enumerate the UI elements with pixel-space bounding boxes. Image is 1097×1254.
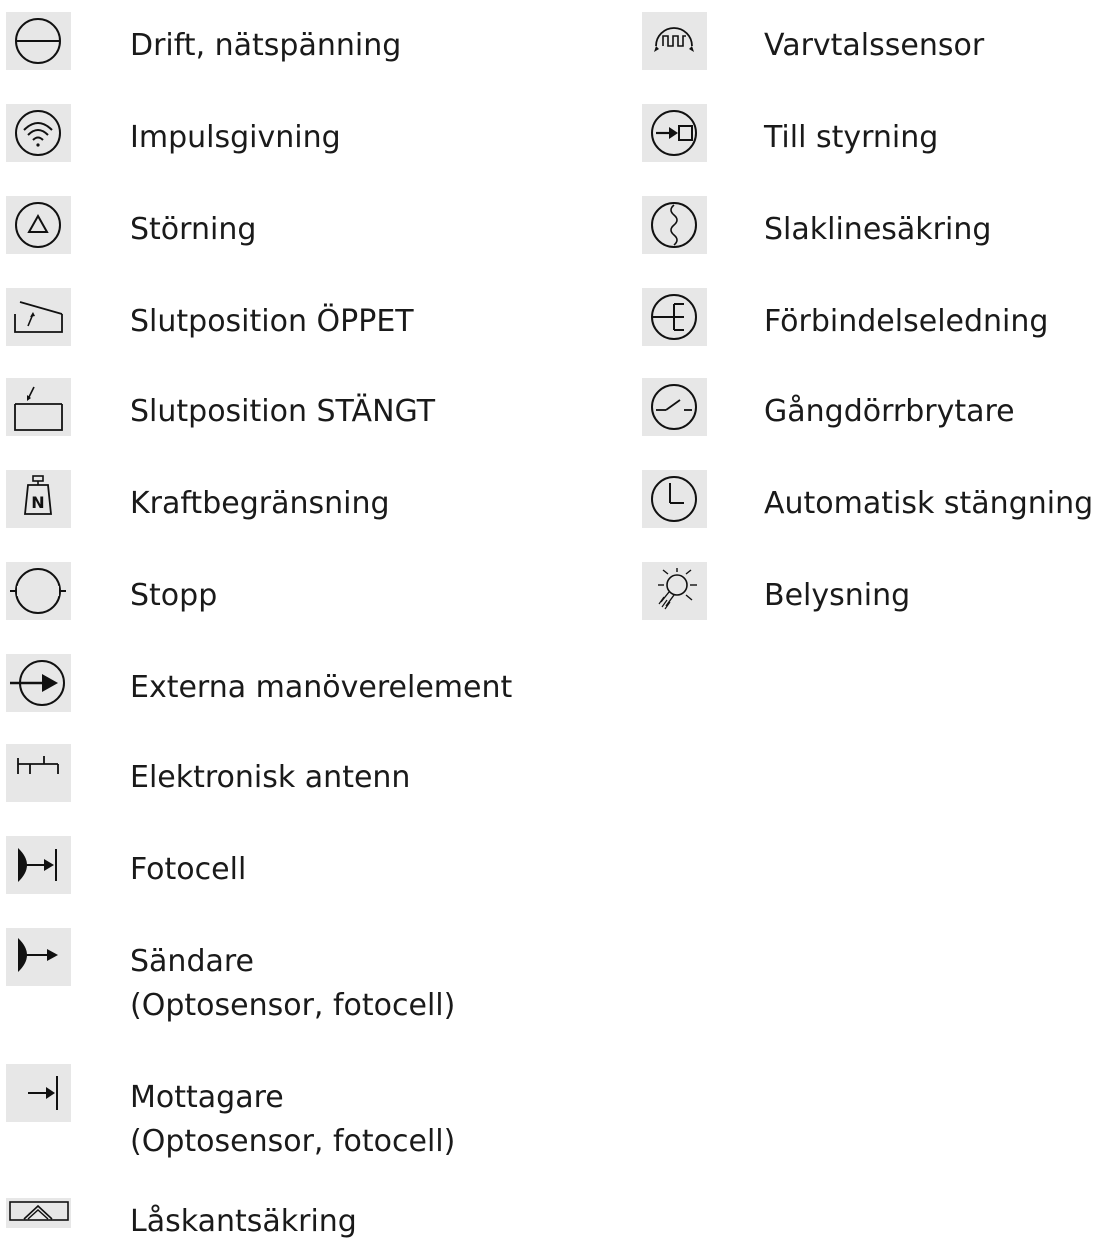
photocell-icon — [6, 836, 71, 894]
legend-item: Fotocell — [0, 836, 620, 900]
legend-label: Slaklinesäkring — [764, 212, 992, 247]
stop-icon — [6, 562, 71, 620]
legend-label: Fotocell — [130, 852, 247, 887]
legend-item: Externa manöverelement — [0, 654, 620, 718]
legend-label: Förbindelseledning — [764, 304, 1049, 339]
legend-item: Störning — [0, 196, 620, 260]
legend-item: Elektronisk antenn — [0, 744, 620, 808]
legend-item: Sändare (Optosensor, fotocell) — [0, 928, 620, 1028]
legend-label: Belysning — [764, 578, 911, 613]
legend-label: Varvtalssensor — [764, 28, 985, 63]
legend-label: Mottagare (Optosensor, fotocell) — [130, 1076, 455, 1164]
legend-label: Externa manöverelement — [130, 670, 513, 705]
legend-label: Drift, nätspänning — [130, 28, 402, 63]
legend-label: Låskantsäkring — [130, 1204, 357, 1239]
legend-label: Impulsgivning — [130, 120, 341, 155]
legend-item: Automatisk stängning — [642, 470, 1097, 534]
slack-rope-icon — [642, 196, 707, 254]
legend-label: Slutposition STÄNGT — [130, 394, 436, 429]
speed-sensor-icon — [642, 12, 707, 70]
legend-label: Stopp — [130, 578, 218, 613]
legend-item: Slutposition STÄNGT — [0, 378, 620, 442]
legend-label: Kraftbegränsning — [130, 486, 390, 521]
impulse-icon — [6, 104, 71, 162]
legend-label: Sändare (Optosensor, fotocell) — [130, 940, 455, 1028]
wicket-door-switch-icon — [642, 378, 707, 436]
legend-item: Gångdörrbrytare — [642, 378, 1097, 442]
connection-cable-icon — [642, 288, 707, 346]
legend-label-line1: Sändare — [130, 944, 254, 979]
legend-label: Automatisk stängning — [764, 486, 1094, 521]
closing-edge-icon — [6, 1198, 71, 1228]
legend-label-line1: Mottagare — [130, 1080, 284, 1115]
legend-label: Slutposition ÖPPET — [130, 304, 414, 339]
legend-item: Förbindelseledning — [642, 288, 1097, 352]
legend-item: Drift, nätspänning — [0, 12, 620, 76]
external-control-icon — [6, 654, 71, 712]
legend-item: Belysning — [642, 562, 1097, 626]
legend-item: Stopp — [0, 562, 620, 626]
legend-item: Till styrning — [642, 104, 1097, 168]
legend-item: Varvtalssensor — [642, 12, 1097, 76]
legend-item: N Kraftbegränsning — [0, 470, 620, 534]
legend-item: Slaklinesäkring — [642, 196, 1097, 260]
legend-label: Gångdörrbrytare — [764, 394, 1015, 429]
fault-icon — [6, 196, 71, 254]
legend-item: Impulsgivning — [0, 104, 620, 168]
to-control-icon — [642, 104, 707, 162]
receiver-icon — [6, 1064, 71, 1122]
force-limit-icon: N — [6, 470, 71, 528]
end-position-open-icon — [6, 288, 71, 346]
legend-label: Till styrning — [764, 120, 939, 155]
end-position-closed-icon — [6, 378, 71, 436]
transmitter-icon — [6, 928, 71, 986]
legend-item: Mottagare (Optosensor, fotocell) — [0, 1064, 620, 1164]
antenna-icon — [6, 744, 71, 802]
mains-power-icon — [6, 12, 71, 70]
legend-item: Låskantsäkring — [0, 1198, 620, 1254]
legend-label-line2: (Optosensor, fotocell) — [130, 988, 456, 1023]
auto-close-icon — [642, 470, 707, 528]
svg-text:N: N — [31, 493, 44, 512]
lighting-icon — [642, 562, 707, 620]
legend-label: Elektronisk antenn — [130, 760, 411, 795]
legend-item: Slutposition ÖPPET — [0, 288, 620, 352]
legend-label: Störning — [130, 212, 257, 247]
legend-label-line2: (Optosensor, fotocell) — [130, 1124, 456, 1159]
